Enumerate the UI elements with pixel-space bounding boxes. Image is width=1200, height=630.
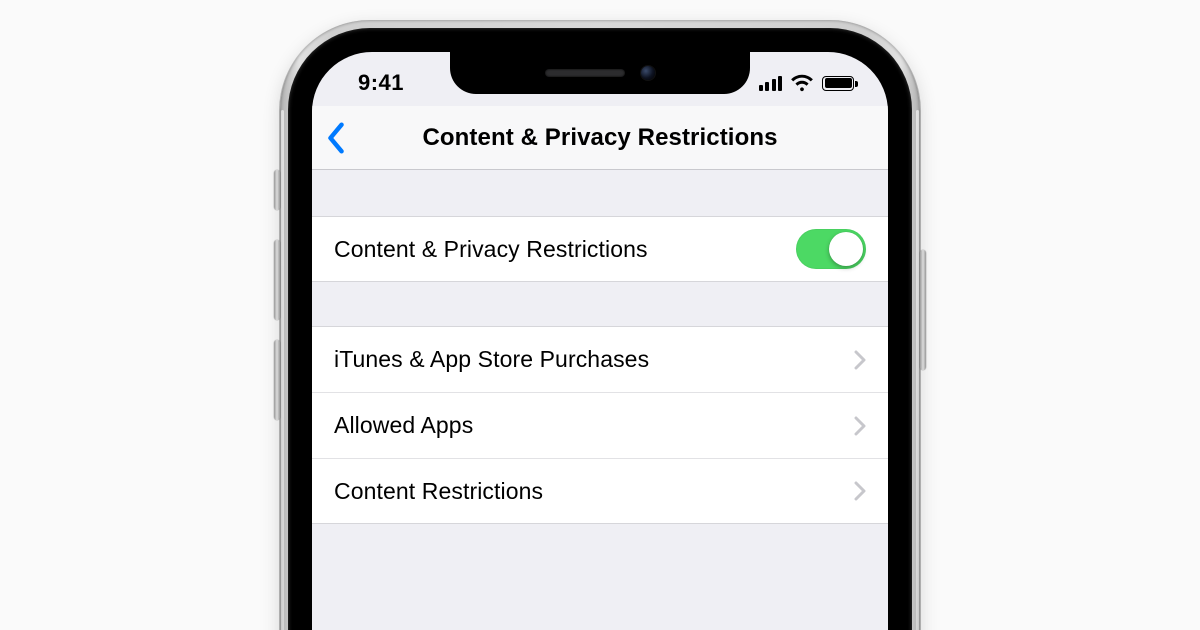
wifi-icon	[790, 74, 814, 92]
toggle-label: Content & Privacy Restrictions	[334, 236, 648, 263]
side-button-power	[920, 250, 926, 370]
side-button-volume-down	[274, 340, 280, 420]
allowed-apps-row[interactable]: Allowed Apps	[312, 392, 888, 458]
options-section: iTunes & App Store Purchases Allowed App…	[312, 326, 888, 524]
battery-icon	[822, 76, 854, 91]
screen: 9:41	[312, 52, 888, 630]
cellular-icon	[759, 75, 783, 91]
toggle-section: Content & Privacy Restrictions	[312, 216, 888, 282]
row-label: Content Restrictions	[334, 478, 543, 505]
section-spacer	[312, 170, 888, 216]
earpiece-speaker	[545, 69, 625, 77]
bezel: 9:41	[288, 28, 912, 630]
itunes-appstore-purchases-row[interactable]: iTunes & App Store Purchases	[312, 326, 888, 392]
notch	[450, 52, 750, 94]
page-title: Content & Privacy Restrictions	[422, 124, 777, 152]
chevron-right-icon	[854, 350, 866, 370]
section-spacer	[312, 282, 888, 326]
iphone-frame: 9:41	[280, 20, 920, 630]
content-privacy-toggle-row[interactable]: Content & Privacy Restrictions	[312, 216, 888, 282]
front-camera	[641, 66, 655, 80]
content-restrictions-row[interactable]: Content Restrictions	[312, 458, 888, 524]
switch-knob	[829, 232, 863, 266]
status-time: 9:41	[340, 70, 404, 96]
content-privacy-switch[interactable]	[796, 229, 866, 269]
chevron-right-icon	[854, 481, 866, 501]
back-button[interactable]	[326, 121, 346, 155]
chevron-right-icon	[854, 416, 866, 436]
status-icons	[759, 74, 861, 92]
nav-header: Content & Privacy Restrictions	[312, 106, 888, 170]
row-label: Allowed Apps	[334, 412, 473, 439]
side-button-silence	[274, 170, 280, 210]
row-label: iTunes & App Store Purchases	[334, 346, 649, 373]
side-button-volume-up	[274, 240, 280, 320]
